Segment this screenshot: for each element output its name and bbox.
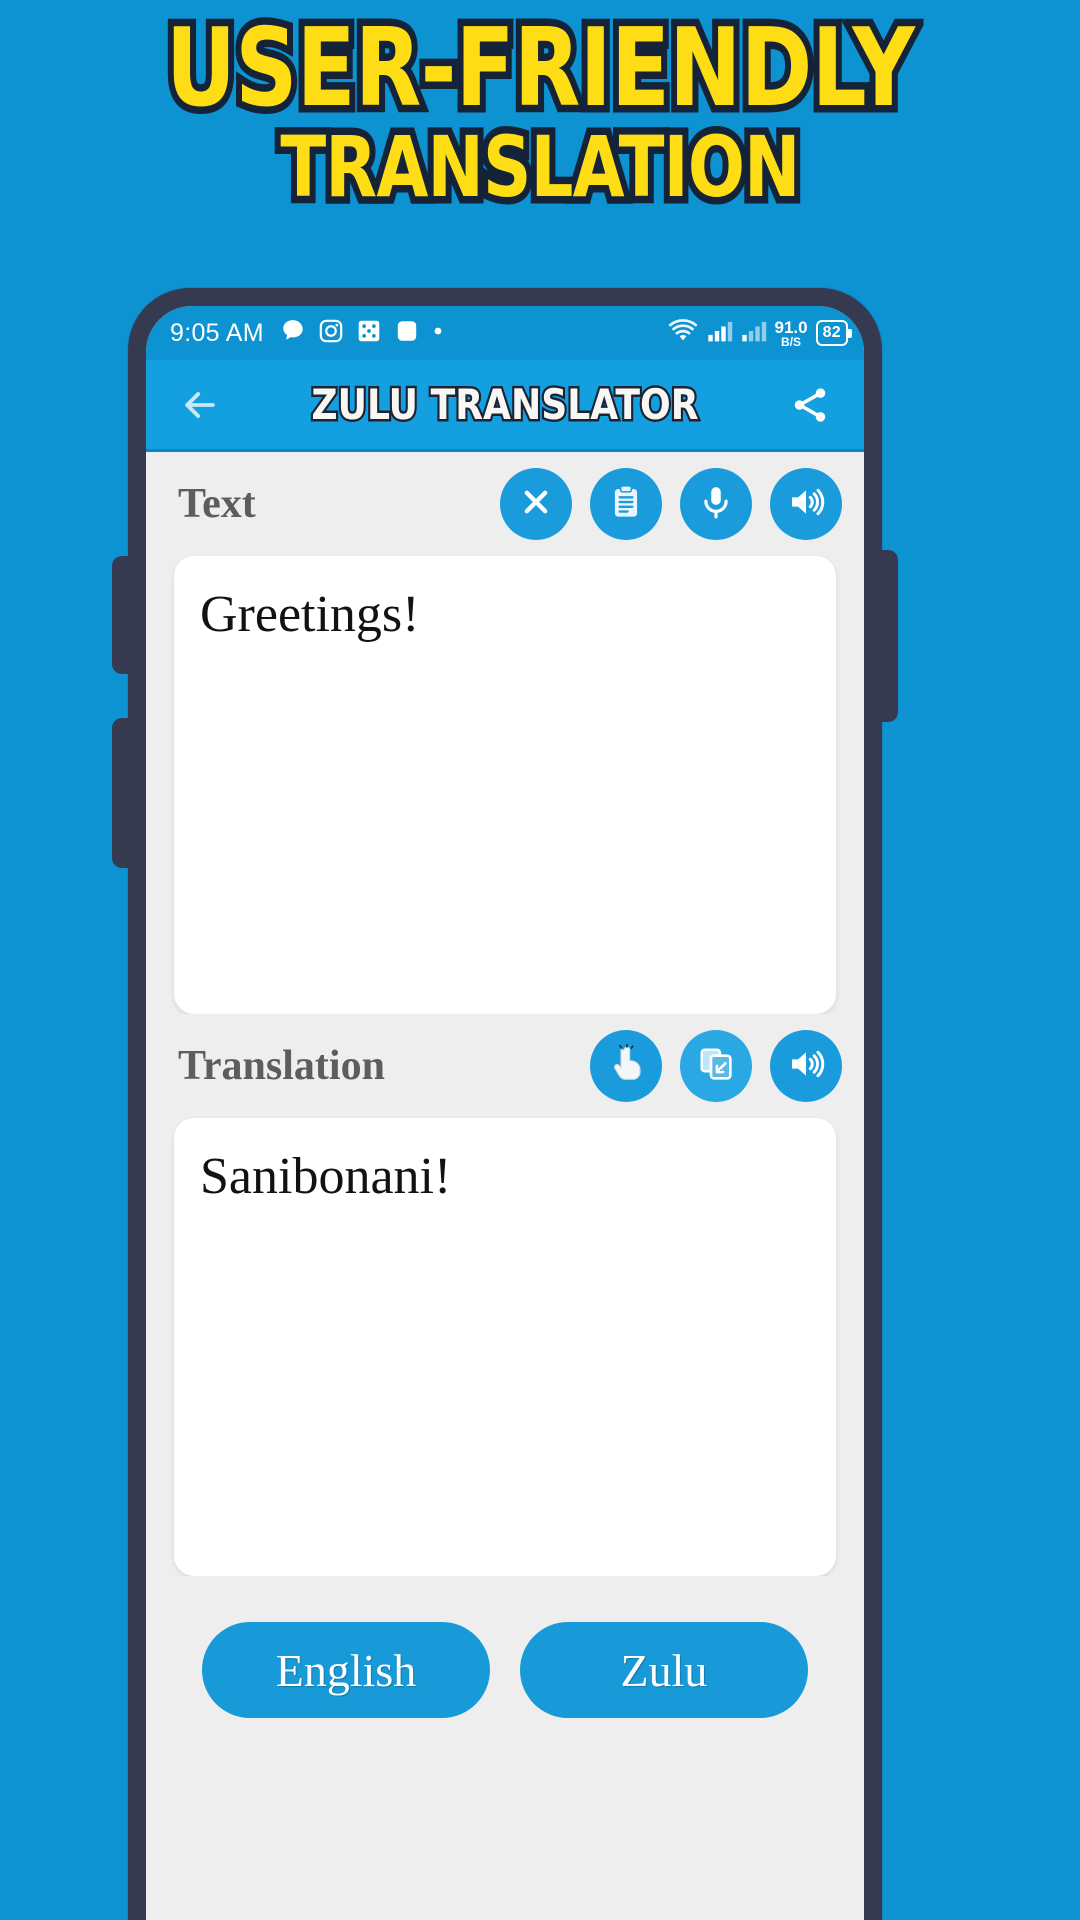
phone-mockup-frame: 9:05 AM 91.0 B/S 82 ZULU TRANSLATOR Text… [112,288,898,1920]
signal-bars-icon [707,318,733,349]
network-speed-unit: B/S [781,334,802,349]
phone-power-button [878,550,898,722]
battery-indicator: 82 [815,320,853,346]
app-bar: Zulu Translator [146,360,864,452]
clear-button[interactable] [500,468,572,540]
pointing-hand-icon [606,1043,646,1089]
source-action-buttons [500,468,842,540]
wifi-icon [667,318,699,349]
clipboard-icon [607,483,645,526]
battery-level-text: 82 [822,324,841,341]
translation-section-label: Translation [178,1043,385,1089]
status-bar: 9:05 AM 91.0 B/S 82 [146,306,864,360]
speak-source-button[interactable] [770,468,842,540]
status-bar-system-icons: 91.0 B/S 82 [667,318,853,349]
paste-button[interactable] [590,468,662,540]
instagram-icon [318,318,344,349]
square-app-icon [394,318,420,349]
target-language-button[interactable]: Zulu [520,1622,808,1718]
source-section-label: Text [178,481,256,527]
signal-bars-icon [741,318,767,349]
source-text-input[interactable]: Greetings! [174,556,836,1014]
speaker-icon [786,1044,826,1089]
source-section-header: Text [146,452,864,556]
copy-button[interactable] [680,1030,752,1102]
speaker-icon [786,482,826,527]
microphone-icon [697,483,735,526]
page-title: Zulu Translator [309,378,700,432]
status-bar-time: 9:05 AM [170,318,264,347]
share-icon[interactable] [782,384,838,426]
status-bar-notification-icons [280,318,444,349]
translation-section-header: Translation [146,1014,864,1118]
headline-line-2: Translation [274,117,806,216]
phone-volume-down-button [112,718,132,868]
phone-screen: 9:05 AM 91.0 B/S 82 ZULU TRANSLATOR Text… [146,306,864,1920]
promo-headline: User-Friendly Translation [0,6,1080,216]
dice-icon [356,318,382,349]
language-selector-bar: English Zulu [146,1576,864,1920]
source-language-button[interactable]: English [202,1622,490,1718]
network-speed-value: 91.0 [774,317,808,337]
tap-button[interactable] [590,1030,662,1102]
chat-bubble-icon [280,318,306,349]
voice-input-button[interactable] [680,468,752,540]
translation-action-buttons [590,1030,842,1102]
back-arrow-icon[interactable] [172,383,228,427]
source-panel-wrap: Greetings! [146,556,864,1014]
translation-panel-wrap: Sanibonani! [146,1118,864,1576]
close-x-icon [516,482,556,527]
source-text-value: Greetings! [200,586,420,643]
network-speed-indicator: 91.0 B/S [775,319,808,348]
copy-to-device-icon [696,1044,736,1089]
translation-text-value: Sanibonani! [200,1148,452,1205]
translation-text-output[interactable]: Sanibonani! [174,1118,836,1576]
speak-translation-button[interactable] [770,1030,842,1102]
headline-line-1: User-Friendly [160,6,921,131]
dot-icon [432,324,444,342]
phone-volume-up-button [112,556,132,674]
